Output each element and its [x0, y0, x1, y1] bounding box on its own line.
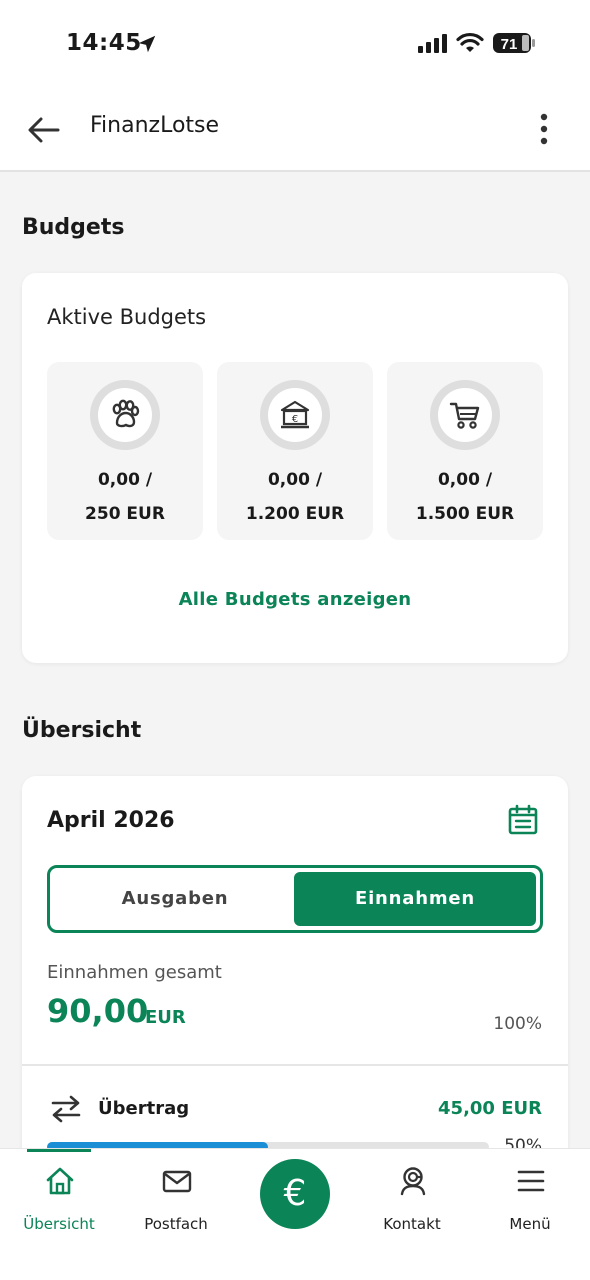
category-amount: 45,00 EUR	[438, 1098, 542, 1119]
budget-amount-limit: 1.500 EUR	[415, 504, 515, 524]
budget-tile-pets[interactable]: 0,00 / 250 EUR	[47, 362, 203, 540]
budget-icon-circle	[438, 388, 492, 442]
active-tab-indicator	[27, 1149, 91, 1152]
home-icon	[46, 1167, 74, 1195]
wifi-icon	[456, 32, 484, 52]
nav-label: Kontakt	[383, 1215, 441, 1233]
bottom-navigation: Übersicht Postfach € Kontakt Menü	[0, 1148, 590, 1280]
budget-amount-limit: 1.200 EUR	[245, 504, 345, 524]
mail-icon	[162, 1170, 192, 1193]
cellular-signal-icon	[418, 34, 447, 53]
nav-label: Postfach	[144, 1215, 208, 1233]
category-label: Übertrag	[98, 1098, 190, 1119]
budget-amount-limit: 250 EUR	[85, 504, 165, 524]
total-currency: EUR	[145, 1007, 186, 1028]
app-bar: FinanzLotse	[0, 88, 590, 172]
expense-income-toggle: Ausgaben Einnahmen	[47, 865, 543, 933]
nav-item-inbox[interactable]: Postfach	[121, 1163, 231, 1243]
show-all-budgets-link[interactable]: Alle Budgets anzeigen	[22, 589, 568, 610]
euro-action-button[interactable]: €	[260, 1159, 330, 1229]
contact-icon	[400, 1167, 426, 1196]
status-bar: 14:45 71	[0, 0, 590, 88]
menu-icon	[517, 1170, 545, 1192]
battery-icon: 71	[493, 33, 535, 53]
budgets-section-title: Budgets	[22, 215, 125, 240]
month-title: April 2026	[47, 808, 175, 833]
budget-amount-spent: 0,00 /	[267, 470, 323, 490]
budget-icon-circle: €	[268, 388, 322, 442]
transfer-icon	[51, 1095, 81, 1123]
tab-income[interactable]: Einnahmen	[294, 872, 536, 926]
calendar-icon[interactable]	[507, 804, 539, 836]
paw-icon	[112, 399, 140, 428]
budget-icon-circle	[98, 388, 152, 442]
budget-tile-bank[interactable]: € 0,00 / 1.200 EUR	[217, 362, 373, 540]
location-arrow-icon	[138, 35, 156, 53]
active-budgets-card: Aktive Budgets 0,00 / 250 EUR € 0,00 / 1…	[22, 273, 568, 663]
budget-tile-shopping[interactable]: 0,00 / 1.500 EUR	[387, 362, 543, 540]
app-title: FinanzLotse	[90, 113, 220, 138]
total-value: 90,00	[47, 992, 149, 1030]
nav-item-contact[interactable]: Kontakt	[357, 1163, 467, 1243]
total-label: Einnahmen gesamt	[47, 962, 222, 983]
budget-amount-spent: 0,00 /	[97, 470, 153, 490]
nav-label: Übersicht	[23, 1215, 95, 1233]
budget-icon-ring: €	[260, 380, 330, 450]
battery-level: 71	[501, 36, 518, 53]
more-options-icon[interactable]	[530, 110, 558, 150]
overview-section-title: Übersicht	[22, 718, 142, 743]
nav-label: Menü	[509, 1215, 551, 1233]
cart-icon	[449, 402, 480, 429]
status-time: 14:45	[66, 30, 142, 56]
bank-icon: €	[280, 400, 310, 429]
nav-item-overview[interactable]: Übersicht	[4, 1163, 114, 1243]
active-budgets-title: Aktive Budgets	[47, 305, 207, 329]
budget-icon-ring	[430, 380, 500, 450]
budget-amount-spent: 0,00 /	[437, 470, 493, 490]
back-arrow-icon[interactable]	[26, 112, 62, 148]
total-percent: 100%	[493, 1014, 542, 1034]
svg-text:€: €	[292, 414, 298, 425]
tab-expenses[interactable]: Ausgaben	[54, 872, 296, 926]
budget-icon-ring	[90, 380, 160, 450]
nav-item-menu[interactable]: Menü	[475, 1163, 585, 1243]
divider	[22, 1064, 568, 1066]
